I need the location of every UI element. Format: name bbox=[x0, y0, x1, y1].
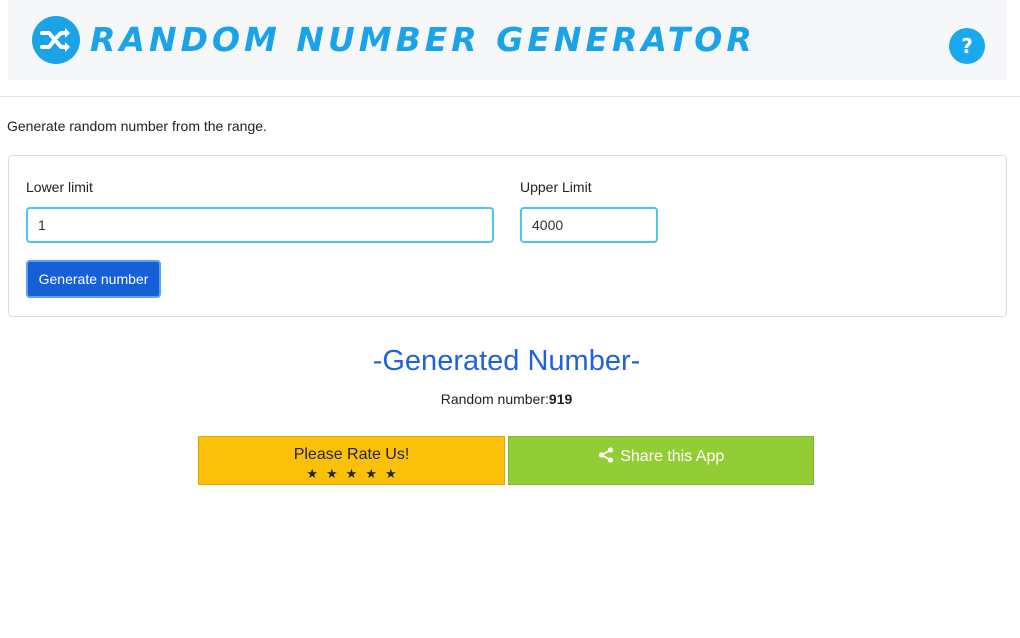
share-icon bbox=[598, 447, 613, 463]
result-line: Random number:919 bbox=[0, 389, 1013, 409]
share-app-label: Share this App bbox=[620, 448, 725, 465]
range-form-card: Lower limit Upper Limit Generate number bbox=[8, 155, 1007, 317]
result-label: Random number: bbox=[440, 391, 549, 407]
shuffle-icon bbox=[32, 16, 80, 64]
share-app-button[interactable]: Share this App bbox=[508, 436, 814, 485]
header: RANDOM NUMBER GENERATOR bbox=[8, 0, 1007, 80]
lower-limit-input[interactable] bbox=[26, 207, 494, 243]
rate-us-label: Please Rate Us! bbox=[293, 446, 410, 463]
result-value: 919 bbox=[548, 391, 573, 407]
help-button[interactable]: ? bbox=[949, 28, 985, 64]
upper-limit-input[interactable] bbox=[520, 207, 658, 243]
header-bar: RANDOM NUMBER GENERATOR ? bbox=[0, 0, 1020, 97]
rating-stars: ★★★★★ bbox=[306, 467, 405, 482]
lower-limit-label: Lower limit bbox=[26, 179, 93, 195]
intro-text: Generate random number from the range. bbox=[7, 118, 267, 134]
result-heading: -Generated Number- bbox=[372, 345, 641, 377]
rate-us-button[interactable]: Please Rate Us! ★★★★★ bbox=[198, 436, 505, 485]
upper-limit-label: Upper Limit bbox=[520, 179, 592, 195]
app-title: RANDOM NUMBER GENERATOR bbox=[90, 20, 756, 59]
generate-number-button[interactable]: Generate number bbox=[26, 260, 161, 298]
